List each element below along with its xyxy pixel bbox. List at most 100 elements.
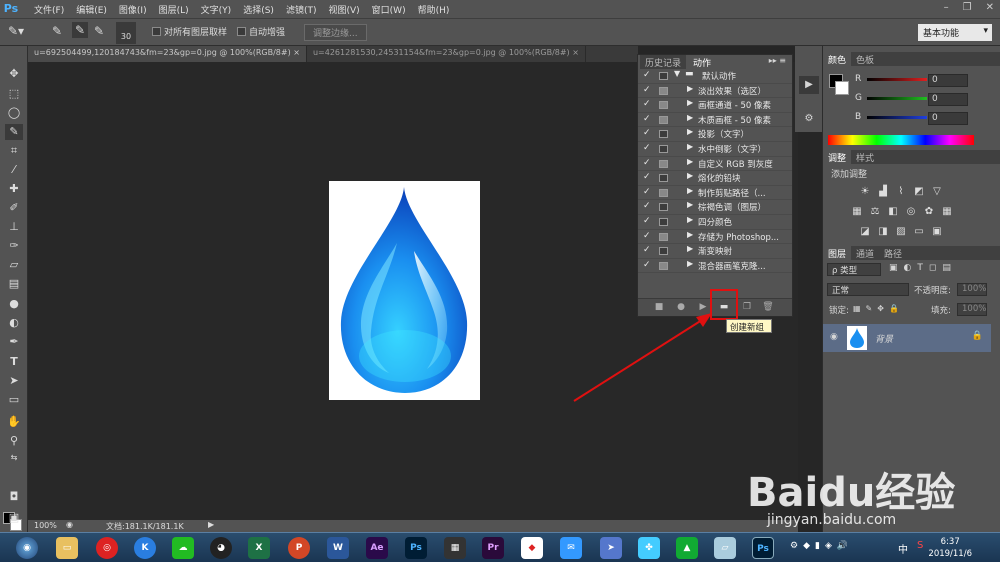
marquee-tool-icon[interactable]: ⬚ <box>5 86 23 102</box>
action-item[interactable]: ✓ ▶ 自定义 RGB 到灰度 <box>638 157 792 172</box>
action-item[interactable]: ✓ ▶ 制作剪贴路径（... <box>638 186 792 201</box>
lasso-tool-icon[interactable]: ◯ <box>5 105 23 121</box>
dialog-toggle-icon[interactable] <box>659 101 668 110</box>
tab-actions[interactable]: 动作 <box>688 55 717 69</box>
brush-tool-icon[interactable]: ✐ <box>5 200 23 216</box>
menu-layer[interactable]: 图层(L) <box>159 3 189 16</box>
explorer-icon[interactable]: ▭ <box>56 537 78 559</box>
expand-right-icon[interactable]: ▶ <box>687 200 693 209</box>
doc-tab[interactable]: u=4261281530,24531154&fm=23&gp=0.jpg @ 1… <box>306 46 586 62</box>
ime-indicator[interactable]: 中 <box>898 541 908 556</box>
zoom-level[interactable]: 100% <box>34 521 57 530</box>
threshold-icon[interactable]: ▨ <box>895 226 907 237</box>
expand-right-icon[interactable]: ▶ <box>687 215 693 224</box>
exposure-icon[interactable]: ◩ <box>913 186 925 197</box>
check-icon[interactable]: ✓ <box>643 99 651 109</box>
menu-help[interactable]: 帮助(H) <box>418 3 450 16</box>
green-app-icon[interactable]: ▲ <box>676 537 698 559</box>
tab-history[interactable]: 历史记录 <box>640 55 687 69</box>
check-icon[interactable]: ✓ <box>643 158 651 168</box>
add-to-selection-icon[interactable]: ✎ <box>72 22 89 38</box>
action-item[interactable]: ✓ ▶ 水中倒影（文字） <box>638 142 792 157</box>
pen-tool-icon[interactable]: ✒ <box>5 334 23 350</box>
check-icon[interactable]: ✓ <box>643 216 651 226</box>
check-icon[interactable]: ✓ <box>643 128 651 138</box>
expand-right-icon[interactable]: ▶ <box>687 142 693 151</box>
refine-edge-button[interactable]: 调整边缘... <box>304 24 367 41</box>
menu-filter[interactable]: 滤镜(T) <box>286 3 317 16</box>
action-item[interactable]: ✓ ▶ 画框通道 - 50 像素 <box>638 98 792 113</box>
app-icon-red[interactable]: ◆ <box>521 537 543 559</box>
premiere-icon[interactable]: Pr <box>482 537 504 559</box>
channel-value-input[interactable]: 0 <box>928 112 968 125</box>
dialog-toggle-icon[interactable] <box>659 159 668 168</box>
minimize-button[interactable]: – <box>944 2 949 13</box>
menu-edit[interactable]: 编辑(E) <box>76 3 107 16</box>
menu-type[interactable]: 文字(Y) <box>201 3 232 16</box>
tab-styles[interactable]: 样式 <box>851 150 879 164</box>
rectangle-tool-icon[interactable]: ▭ <box>5 392 23 408</box>
doc-tab-active[interactable]: u=692504499,120184743&fm=23&gp=0.jpg @ 1… <box>28 46 307 62</box>
channel-slider[interactable] <box>867 78 927 81</box>
dialog-toggle-icon[interactable] <box>659 203 668 212</box>
action-item[interactable]: ✓ ▶ 混合器画笔克隆... <box>638 259 792 274</box>
channel-slider[interactable] <box>867 116 927 119</box>
history-brush-tool-icon[interactable]: ✑ <box>5 238 23 254</box>
new-selection-icon[interactable]: ✎ <box>52 24 62 38</box>
expand-right-icon[interactable]: ▶ <box>687 186 693 195</box>
dialog-toggle-icon[interactable] <box>659 188 668 197</box>
crop-tool-icon[interactable]: ⌗ <box>5 143 23 159</box>
background-color-swatch[interactable] <box>835 81 849 95</box>
expand-right-icon[interactable]: ▶ <box>687 113 693 122</box>
layer-row-background[interactable]: ◉ 背景 🔒 <box>823 324 991 352</box>
opacity-input[interactable]: 100% <box>957 283 987 296</box>
powerpoint-icon[interactable]: P <box>288 537 310 559</box>
panel-menu-icon[interactable]: ▸▸ ≡ <box>769 56 786 65</box>
layer-filter-select[interactable]: ρ 类型 <box>827 263 881 276</box>
action-item[interactable]: ✓ ▶ 四分颜色 <box>638 215 792 230</box>
menu-file[interactable]: 文件(F) <box>34 3 64 16</box>
channel-mixer-icon[interactable]: ✿ <box>923 206 935 217</box>
move-tool-icon[interactable]: ✥ <box>5 66 23 82</box>
channel-value-input[interactable]: 0 <box>928 93 968 106</box>
dialog-toggle-icon[interactable] <box>659 247 668 256</box>
tab-layers[interactable]: 图层 <box>823 246 852 260</box>
posterize-icon[interactable]: ◨ <box>877 226 889 237</box>
action-item[interactable]: ✓ ▶ 熔化的铅块 <box>638 171 792 186</box>
action-item[interactable]: ✓ ▶ 淡出效果（选区） <box>638 84 792 99</box>
dialog-toggle-icon[interactable] <box>659 232 668 241</box>
video-editor-icon[interactable]: ▦ <box>444 537 466 559</box>
brush-size-picker[interactable]: 30 <box>116 22 136 44</box>
actions-panel-icon[interactable]: ▶ <box>799 76 819 94</box>
curves-icon[interactable]: ⌇ <box>895 186 907 197</box>
menu-view[interactable]: 视图(V) <box>328 3 359 16</box>
check-icon[interactable]: ✓ <box>643 143 651 153</box>
close-button[interactable]: ✕ <box>986 2 994 13</box>
expand-right-icon[interactable]: ▶ <box>687 259 693 268</box>
channel-slider[interactable] <box>867 97 927 100</box>
check-icon[interactable]: ✓ <box>643 114 651 124</box>
blur-tool-icon[interactable]: ● <box>5 296 23 312</box>
expand-right-icon[interactable]: ▶ <box>687 157 693 166</box>
clone-stamp-tool-icon[interactable]: ⊥ <box>5 219 23 235</box>
selective-color-icon[interactable]: ▣ <box>931 226 943 237</box>
tab-color[interactable]: 颜色 <box>823 52 852 66</box>
dialog-toggle-icon[interactable] <box>659 72 668 80</box>
tab-paths[interactable]: 路径 <box>879 246 907 260</box>
wechat-icon[interactable]: ☁ <box>172 537 194 559</box>
check-icon[interactable]: ✓ <box>643 85 651 95</box>
after-effects-icon[interactable]: Ae <box>366 537 388 559</box>
dialog-toggle-icon[interactable] <box>659 174 668 183</box>
expand-right-icon[interactable]: ▶ <box>687 127 693 136</box>
action-item[interactable]: ✓ ▶ 存储为 Photoshop... <box>638 230 792 245</box>
swap-colors-icon[interactable]: ⇆ <box>5 450 23 466</box>
auto-enhance-checkbox[interactable]: 自动增强 <box>237 25 285 38</box>
expand-right-icon[interactable]: ▶ <box>687 244 693 253</box>
qq-icon[interactable]: ◕ <box>210 537 232 559</box>
lock-icons[interactable]: ▦✎✥🔒 <box>853 304 904 313</box>
quick-mask-icon[interactable]: ◘ <box>5 489 23 505</box>
gradient-map-icon[interactable]: ▭ <box>913 226 925 237</box>
excel-icon[interactable]: X <box>248 537 270 559</box>
document-canvas[interactable] <box>329 181 480 400</box>
tab-channels[interactable]: 通道 <box>851 246 879 260</box>
